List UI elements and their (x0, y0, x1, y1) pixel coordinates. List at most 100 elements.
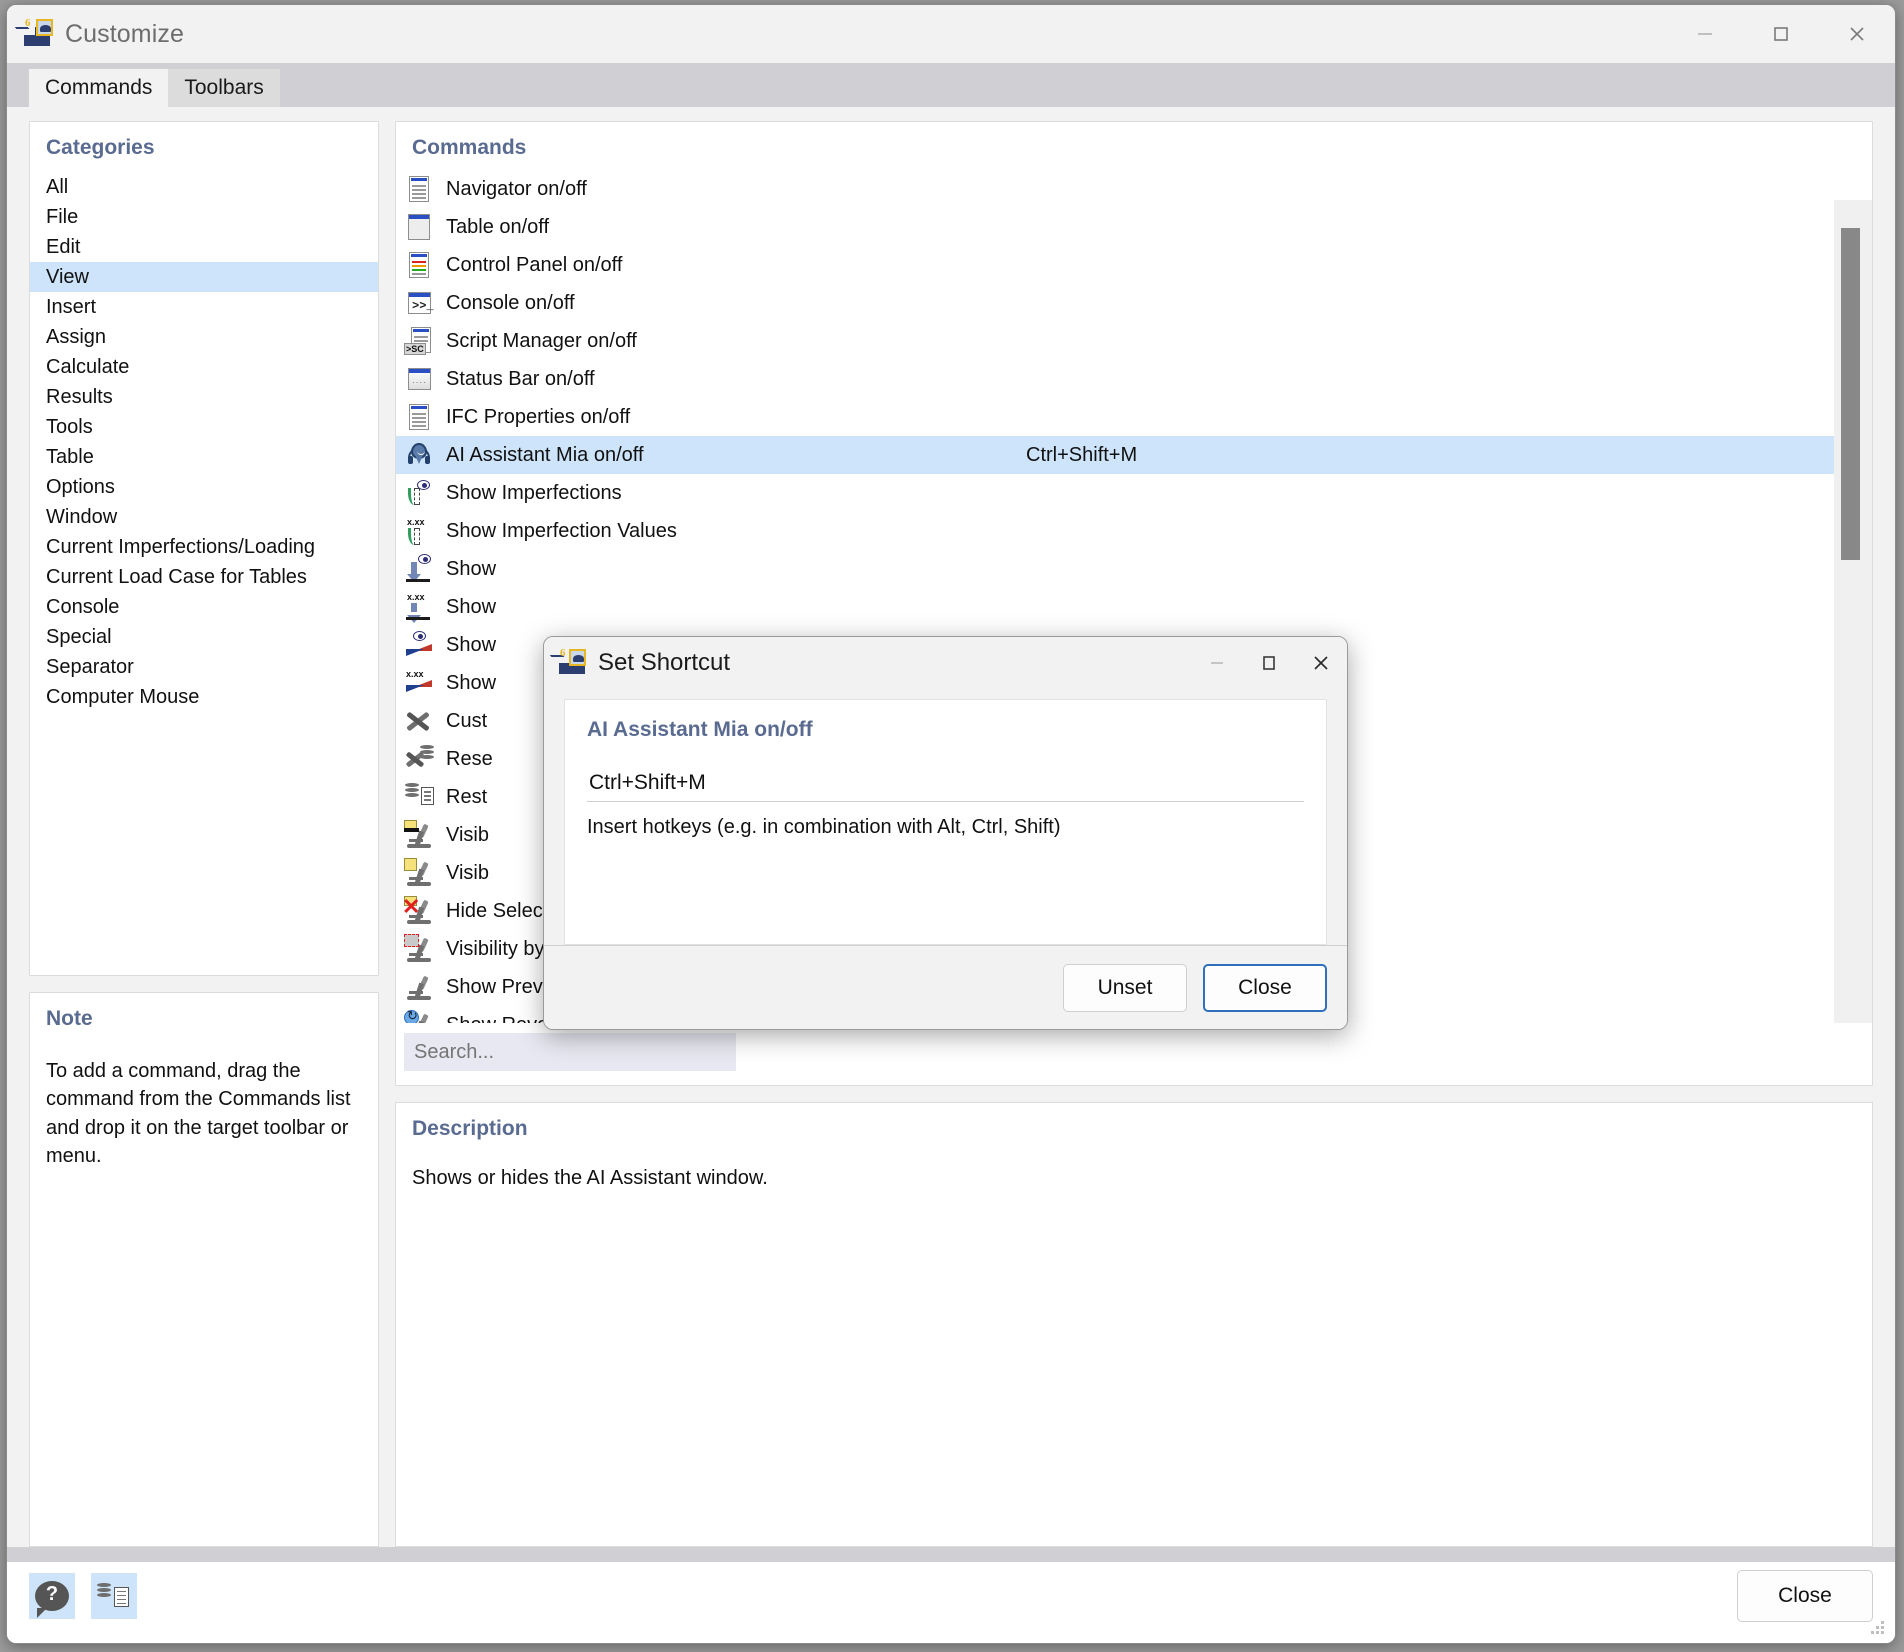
category-item-console[interactable]: Console (30, 592, 378, 622)
command-label: Rest (446, 786, 487, 809)
reset-tools-icon (404, 744, 434, 774)
command-row-navigator-on-off[interactable]: Navigator on/off (396, 170, 1834, 208)
command-label: Cust (446, 710, 487, 733)
visibility-by-window-icon (404, 934, 434, 964)
category-label: Console (46, 596, 119, 619)
dialog-heading: AI Assistant Mia on/off (587, 718, 1304, 742)
category-label: Current Load Case for Tables (46, 566, 307, 589)
restore-defaults-icon[interactable] (91, 1573, 137, 1619)
show-previous-visibility-icon (404, 972, 434, 1002)
note-title: Note (30, 993, 378, 1041)
show-wedge-values-icon: x.xx (404, 668, 434, 698)
window-title: Customize (65, 20, 184, 49)
category-item-current-load-case-for-tables[interactable]: Current Load Case for Tables (30, 562, 378, 592)
category-item-options[interactable]: Options (30, 472, 378, 502)
dialog-minimize-button[interactable] (1191, 637, 1243, 689)
resize-grip[interactable] (1871, 1621, 1885, 1635)
command-label: Visib (446, 862, 489, 885)
category-item-window[interactable]: Window (30, 502, 378, 532)
command-row-console-on-off[interactable]: >>_ Console on/off (396, 284, 1834, 322)
category-item-tools[interactable]: Tools (30, 412, 378, 442)
category-item-file[interactable]: File (30, 202, 378, 232)
command-label: Table on/off (446, 216, 549, 239)
description-panel: Description Shows or hides the AI Assist… (395, 1102, 1873, 1547)
customize-tools-icon (404, 706, 434, 736)
search-input[interactable] (404, 1033, 736, 1071)
show-deformation-icon (404, 554, 434, 584)
category-item-all[interactable]: All (30, 172, 378, 202)
category-item-calculate[interactable]: Calculate (30, 352, 378, 382)
navigator-icon (404, 174, 434, 204)
close-button-footer[interactable]: Close (1737, 1570, 1873, 1622)
dialog-title: Set Shortcut (598, 649, 730, 677)
command-row-script-manager-on-off[interactable]: >SC Script Manager on/off (396, 322, 1834, 360)
dialog-body: AI Assistant Mia on/off Insert hotkeys (… (544, 689, 1347, 945)
command-row-show-deformation[interactable]: Show (396, 550, 1834, 588)
bridge-app-icon: 6 (558, 649, 586, 677)
unset-button[interactable]: Unset (1063, 964, 1187, 1012)
show-wedge-icon (404, 630, 434, 660)
help-icon[interactable]: ? (29, 1573, 75, 1619)
dialog-maximize-button[interactable] (1243, 637, 1295, 689)
category-item-assign[interactable]: Assign (30, 322, 378, 352)
command-row-table-on-off[interactable]: Table on/off (396, 208, 1834, 246)
command-label: Show Imperfection Values (446, 520, 677, 543)
category-item-view[interactable]: View (30, 262, 378, 292)
category-item-separator[interactable]: Separator (30, 652, 378, 682)
category-label: Computer Mouse (46, 686, 199, 709)
dialog-close-button[interactable] (1295, 637, 1347, 689)
shortcut-input[interactable] (587, 764, 1304, 802)
table-icon (404, 212, 434, 242)
tab-commands-label: Commands (45, 76, 152, 100)
ai-assistant-mia-icon (404, 440, 434, 470)
minimize-button[interactable] (1667, 5, 1743, 63)
category-item-edit[interactable]: Edit (30, 232, 378, 262)
description-title: Description (396, 1103, 1872, 1151)
command-label: Control Panel on/off (446, 254, 622, 277)
category-label: Current Imperfections/Loading (46, 536, 315, 559)
category-label: Window (46, 506, 117, 529)
tab-toolbars[interactable]: Toolbars (168, 69, 279, 107)
tab-commands[interactable]: Commands (29, 69, 168, 107)
category-label: Results (46, 386, 113, 409)
show-imperfections-icon (404, 478, 434, 508)
commands-scrollbar[interactable] (1834, 200, 1872, 1023)
category-item-current-imperfections-loading[interactable]: Current Imperfections/Loading (30, 532, 378, 562)
dialog-close-action-button[interactable]: Close (1203, 964, 1327, 1012)
close-button[interactable] (1819, 5, 1895, 63)
command-row-show-deformation-values[interactable]: x.xx Show (396, 588, 1834, 626)
category-item-insert[interactable]: Insert (30, 292, 378, 322)
category-label: File (46, 206, 78, 229)
note-text: To add a command, drag the command from … (30, 1041, 378, 1171)
category-item-computer-mouse[interactable]: Computer Mouse (30, 682, 378, 712)
script-manager-icon: >SC (404, 326, 434, 356)
category-label: Table (46, 446, 94, 469)
command-row-show-imperfections[interactable]: Show Imperfections (396, 474, 1834, 512)
set-shortcut-dialog: 6 Set Shortcut AI Assistant Mia on/off I… (543, 636, 1348, 1030)
status-bar-icon: ···· (404, 364, 434, 394)
command-row-show-imperfection-values[interactable]: x.xx Show Imperfection Values (396, 512, 1834, 550)
ifc-properties-icon (404, 402, 434, 432)
category-item-special[interactable]: Special (30, 622, 378, 652)
command-label: Console on/off (446, 292, 575, 315)
command-row-ifc-properties-on-off[interactable]: IFC Properties on/off (396, 398, 1834, 436)
show-reverse-visibility-icon (404, 1010, 434, 1023)
category-label: Assign (46, 326, 106, 349)
commands-search-wrap (396, 1023, 1872, 1085)
categories-list[interactable]: All File Edit View Insert Assign Calcula… (30, 170, 378, 712)
footer-divider (7, 1548, 1895, 1562)
category-label: View (46, 266, 89, 289)
command-row-ai-assistant-mia-on-off[interactable]: AI Assistant Mia on/off Ctrl+Shift+M (396, 436, 1834, 474)
maximize-button[interactable] (1743, 5, 1819, 63)
category-item-table[interactable]: Table (30, 442, 378, 472)
dialog-controls (1191, 637, 1347, 689)
command-row-status-bar-on-off[interactable]: ···· Status Bar on/off (396, 360, 1834, 398)
category-label: Edit (46, 236, 80, 259)
command-label: Show (446, 558, 496, 581)
category-label: Insert (46, 296, 96, 319)
commands-scrollbar-thumb[interactable] (1841, 228, 1860, 560)
note-panel: Note To add a command, drag the command … (29, 992, 379, 1547)
category-item-results[interactable]: Results (30, 382, 378, 412)
command-label: Show Imperfections (446, 482, 622, 505)
command-row-control-panel-on-off[interactable]: Control Panel on/off (396, 246, 1834, 284)
